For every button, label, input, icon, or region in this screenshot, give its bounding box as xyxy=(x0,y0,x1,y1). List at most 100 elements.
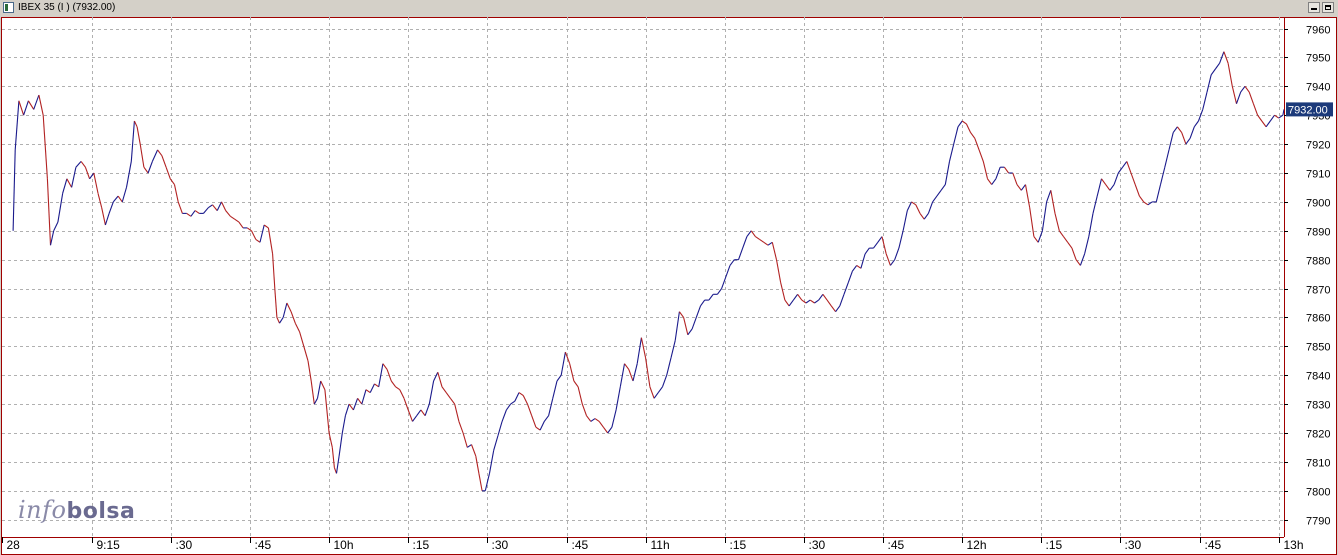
x-tick-label: :45 xyxy=(572,538,589,552)
price-segment xyxy=(313,398,318,405)
minimize-button[interactable] xyxy=(1308,2,1320,13)
price-segment xyxy=(556,374,562,382)
price-segment xyxy=(1020,184,1026,191)
price-segment xyxy=(286,302,292,312)
price-segment xyxy=(640,337,647,359)
price-segment xyxy=(535,426,541,431)
price-segment xyxy=(1113,172,1119,185)
chart-window-icon xyxy=(3,2,14,13)
price-segment xyxy=(173,184,179,203)
price-segment xyxy=(1176,126,1183,133)
price-segment xyxy=(970,132,976,139)
price-segment xyxy=(670,340,676,359)
price-segment xyxy=(1235,91,1242,104)
y-tick-label: 7920 xyxy=(1306,140,1330,152)
price-segment xyxy=(382,363,388,370)
price-segment xyxy=(602,426,609,434)
price-segment xyxy=(71,167,77,188)
price-segment xyxy=(365,389,371,394)
y-tick-label: 7830 xyxy=(1306,400,1330,412)
price-segment xyxy=(1029,207,1035,237)
y-tick-label: 7820 xyxy=(1306,429,1330,441)
price-segment xyxy=(14,100,20,150)
price-segment xyxy=(586,415,592,422)
grid-layer xyxy=(2,17,1284,537)
y-tick-label: 7870 xyxy=(1306,285,1330,297)
price-segment xyxy=(1092,195,1098,214)
price-segment xyxy=(62,178,68,194)
maximize-button[interactable] xyxy=(1322,2,1334,13)
price-segment xyxy=(307,360,312,382)
price-segment xyxy=(75,161,82,168)
price-segment xyxy=(1244,85,1250,93)
price-segment xyxy=(607,426,613,434)
price-segment xyxy=(1168,132,1174,151)
price-segment xyxy=(906,201,912,211)
y-tick-label: 7790 xyxy=(1306,516,1330,528)
price-segment xyxy=(1185,137,1191,145)
price-segment xyxy=(1214,62,1221,70)
price-segment xyxy=(424,403,430,416)
price-segment xyxy=(1046,190,1052,203)
price-segment xyxy=(957,120,963,128)
price-segment xyxy=(493,435,499,451)
price-segment xyxy=(186,212,192,217)
price-segment xyxy=(251,230,257,240)
price-segment xyxy=(316,380,322,399)
price-segment xyxy=(1041,201,1048,231)
price-segment xyxy=(462,432,468,448)
window-title: IBEX 35 (I ) (7932.00) xyxy=(18,2,116,13)
y-tick-label: 7900 xyxy=(1306,198,1330,210)
price-segment xyxy=(927,201,934,214)
price-segment xyxy=(1126,161,1132,174)
price-segment xyxy=(458,421,464,434)
price-segment xyxy=(161,155,167,168)
price-segment xyxy=(42,115,48,179)
price-segment xyxy=(53,221,59,232)
price-segment xyxy=(1227,63,1233,87)
price-segment xyxy=(335,456,340,474)
price-segment xyxy=(263,224,269,229)
price-segment xyxy=(475,456,480,474)
y-tick-label: 7910 xyxy=(1306,169,1330,181)
price-segment xyxy=(687,328,693,336)
x-tick-label: 13h xyxy=(1284,538,1304,552)
y-tick-label: 7880 xyxy=(1306,256,1330,268)
price-segment xyxy=(965,123,972,133)
price-segment xyxy=(207,204,213,209)
price-segment xyxy=(1138,195,1145,203)
price-segment xyxy=(1143,201,1149,206)
x-tick-label: :15 xyxy=(413,538,430,552)
price-segment xyxy=(344,403,350,416)
price-segment xyxy=(725,265,731,278)
price-segment xyxy=(873,241,879,249)
price-segment xyxy=(822,293,828,301)
price-segment xyxy=(203,207,209,214)
price-segment xyxy=(279,317,284,324)
price-segment xyxy=(767,241,773,246)
price-segment xyxy=(594,418,600,422)
price-segment xyxy=(552,380,558,399)
price-segment xyxy=(23,100,29,116)
price-segment xyxy=(569,363,575,382)
price-segment xyxy=(851,265,858,272)
price-segment xyxy=(225,210,231,217)
price-segment xyxy=(894,247,900,260)
price-segment xyxy=(259,224,265,243)
price-segment xyxy=(847,271,853,283)
price-segment xyxy=(1033,236,1039,243)
price-segment xyxy=(470,444,477,457)
price-segment xyxy=(117,195,123,203)
price-segment xyxy=(272,253,276,289)
price-segment xyxy=(157,149,163,157)
price-segment xyxy=(151,149,159,162)
y-tick-label: 7850 xyxy=(1306,342,1330,354)
price-segment xyxy=(1193,120,1199,128)
price-segment xyxy=(598,421,604,428)
x-tick-label: :45 xyxy=(255,538,272,552)
price-segment xyxy=(1024,184,1031,208)
price-segment xyxy=(267,227,274,254)
price-segment xyxy=(112,195,119,203)
last-price-label: 7932.00 xyxy=(1288,104,1328,116)
price-segment xyxy=(923,213,929,220)
